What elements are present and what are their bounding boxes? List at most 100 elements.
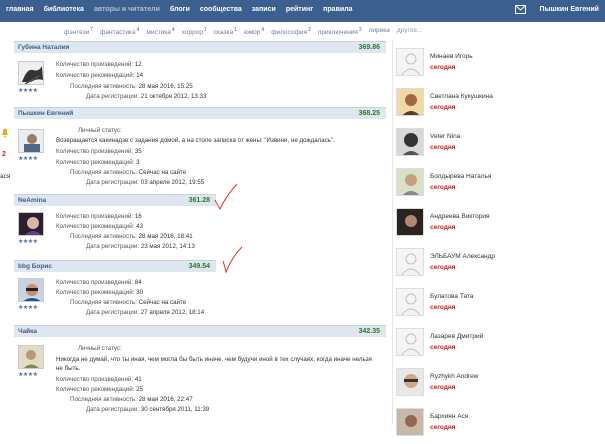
works-row: Количество произведений: 16 — [56, 213, 142, 220]
author-score: 369.86 — [358, 44, 380, 51]
recs-value: 43 — [136, 223, 144, 230]
nav-rating[interactable]: рейтинг — [286, 6, 313, 13]
author-header: bbg Борис 349.54 — [14, 260, 216, 272]
genre-adventure[interactable]: приключения3 — [318, 27, 362, 36]
author-name[interactable]: Губина Наталия — [18, 44, 69, 51]
recs-label: Количество рекомендаций: — [56, 223, 135, 230]
last-value: 28 мая 2016, 22:47 — [138, 396, 193, 403]
birthday-name[interactable]: Бархиян Ася — [430, 413, 468, 420]
works-value: 41 — [134, 376, 142, 383]
genre-count: 7 — [90, 27, 94, 33]
author-name[interactable]: NeAmina — [18, 197, 46, 204]
notification-count: 2 — [2, 151, 6, 158]
last-row: Последняя активность: 28 мая 2016, 22:47 — [70, 396, 193, 403]
recs-row: Количество рекомендаций: 14 — [56, 72, 143, 79]
avatar-placeholder — [396, 48, 424, 76]
birthday-day: сегодня — [430, 144, 456, 151]
avatar[interactable] — [18, 278, 44, 302]
status-label: Личный статус: — [78, 127, 122, 134]
genre-scifi[interactable]: фантастика4 — [100, 27, 139, 36]
nav-rules[interactable]: правила — [323, 6, 352, 13]
recs-row: Количество рекомендаций: 3 — [56, 159, 140, 166]
genre-horror[interactable]: хоррор1 — [182, 27, 207, 36]
check-mark-icon — [222, 246, 243, 274]
nav-home[interactable]: главная — [6, 6, 34, 13]
works-value: 35 — [134, 148, 142, 155]
birthday-name[interactable]: Светлана Кукушкина — [430, 93, 493, 100]
nav-authors[interactable]: авторы и читатели — [94, 6, 160, 13]
birthday-name[interactable]: Лазарев Дмитрий — [430, 333, 483, 340]
avatar[interactable] — [18, 212, 44, 236]
works-label: Количество произведений: — [56, 61, 134, 68]
reg-value: 30 сентября 2011, 11:39 — [140, 406, 210, 413]
genre-fantasy[interactable]: фэнтези7 — [64, 27, 93, 36]
rating-stars: ★★★★ — [18, 305, 38, 311]
birthday-name[interactable]: Минаев Игорь — [430, 53, 473, 60]
nav-blogs[interactable]: блоги — [170, 6, 190, 13]
avatar[interactable] — [18, 61, 44, 85]
birthday-day: сегодня — [430, 64, 456, 71]
works-row: Количество произведений: 84 — [56, 279, 142, 286]
reg-value: 03 апреля 2012, 19:55 — [140, 179, 205, 186]
genre-philosophy[interactable]: философия2 — [271, 27, 311, 36]
birthday-name[interactable]: Андреева Виктория — [430, 213, 490, 220]
last-row: Последняя активность: 28 мая 2016, 18:41 — [70, 233, 193, 240]
author-name[interactable]: Пышкин Евгений — [18, 110, 73, 117]
birthday-name[interactable]: Veter Nina — [430, 133, 460, 140]
genre-label: приключения — [317, 29, 358, 37]
recs-label: Количество рекомендаций: — [56, 289, 135, 296]
birthday-item[interactable]: Лазарев Дмитрий сегодня — [392, 326, 605, 364]
reg-value: 21 октября 2012, 13:33 — [140, 93, 207, 100]
birthday-name[interactable]: Ryzhykh Andrew — [430, 373, 478, 380]
nav-library[interactable]: библиотека — [44, 6, 84, 13]
author-name[interactable]: bbg Борис — [18, 263, 52, 270]
avatar — [396, 208, 424, 236]
genre-other[interactable]: другое... — [397, 27, 422, 36]
birthday-item[interactable]: Бархиян Ася сегодня — [392, 406, 605, 444]
avatar[interactable] — [18, 129, 44, 153]
reg-row: Дата регистрации: 27 апреля 2012, 18:14 — [86, 309, 204, 316]
reg-label: Дата регистрации: — [86, 309, 140, 316]
birthday-item[interactable]: Минаев Игорь сегодня — [392, 46, 605, 84]
birthday-name[interactable]: Булатова Тата — [430, 293, 474, 300]
mail-icon[interactable] — [514, 5, 526, 14]
birthday-item[interactable]: Булатова Тата сегодня — [392, 286, 605, 324]
genre-fairytale[interactable]: сказка1 — [214, 27, 237, 36]
avatar — [396, 88, 424, 116]
genre-count: 4 — [171, 27, 175, 33]
birthday-item[interactable]: Ryzhykh Andrew сегодня — [392, 366, 605, 404]
author-header: Пышкин Евгений 368.25 — [14, 107, 386, 119]
reg-value: 27 апреля 2012, 18:14 — [140, 309, 205, 316]
genre-mystic[interactable]: мистика4 — [146, 27, 174, 36]
birthday-day: сегодня — [430, 424, 456, 431]
birthday-item[interactable]: Светлана Кукушкина сегодня — [392, 86, 605, 124]
recs-label: Количество рекомендаций: — [56, 72, 135, 79]
birthday-name[interactable]: Болдырева Наталья — [430, 173, 491, 180]
birthday-item[interactable]: Андреева Виктория сегодня — [392, 206, 605, 244]
author-score: 349.54 — [188, 263, 210, 270]
recs-row: Количество рекомендаций: 43 — [56, 223, 143, 230]
genre-lyrics[interactable]: лирика — [369, 27, 390, 36]
birthday-name[interactable]: ЭЛЬБАУМ Александр — [430, 253, 495, 260]
nav-communities[interactable]: сообщества — [200, 6, 242, 13]
author-name[interactable]: Чайка — [18, 328, 37, 335]
author-card: Пышкин Евгений 368.25 ★★★★ Личный статус… — [14, 107, 386, 186]
avatar-placeholder — [396, 328, 424, 356]
genre-count: 4 — [261, 27, 265, 33]
reg-label: Дата регистрации: — [86, 243, 140, 250]
birthday-item[interactable]: Болдырева Наталья сегодня — [392, 166, 605, 204]
recs-row: Количество рекомендаций: 30 — [56, 289, 143, 296]
author-card: NeAmina 361.28 ★★★★ Количество произведе… — [14, 194, 386, 250]
genre-humor[interactable]: юмор4 — [244, 27, 264, 36]
avatar-placeholder — [396, 248, 424, 276]
last-label: Последняя активность: — [70, 396, 137, 403]
avatar[interactable] — [18, 345, 44, 369]
nav-posts[interactable]: записи — [252, 6, 276, 13]
last-row: Последняя активность: Сейчас на сайте — [70, 299, 186, 306]
bell-icon[interactable] — [0, 126, 10, 138]
last-label: Последняя активность: — [70, 233, 137, 240]
works-label: Количество произведений: — [56, 148, 134, 155]
birthday-item[interactable]: ЭЛЬБАУМ Александр сегодня — [392, 246, 605, 284]
user-name[interactable]: Пышкин Евгений — [540, 6, 599, 13]
birthday-item[interactable]: Veter Nina сегодня — [392, 126, 605, 164]
